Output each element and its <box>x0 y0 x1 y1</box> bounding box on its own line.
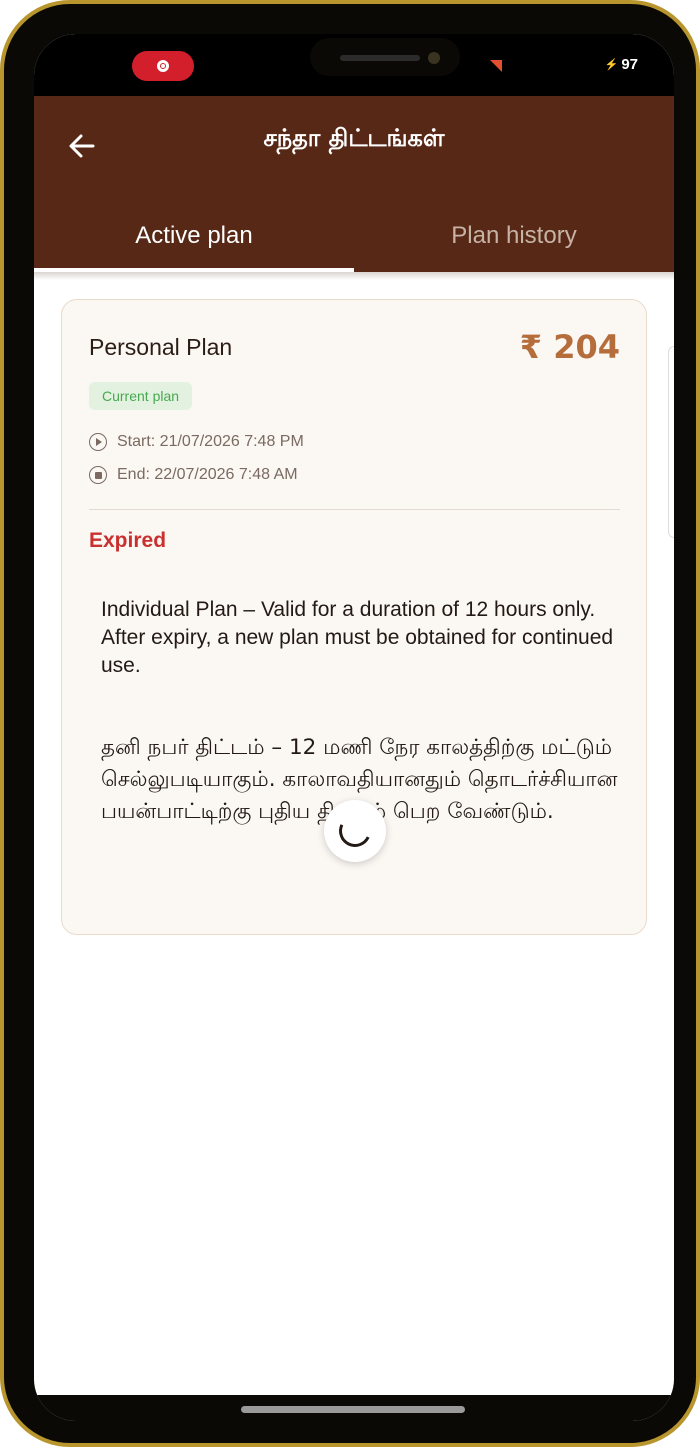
spinner-icon <box>334 810 376 852</box>
screen-record-indicator[interactable] <box>132 51 194 81</box>
scroll-edge-indicator <box>668 346 674 538</box>
speaker-grille <box>340 55 420 61</box>
app-header: சந்தா திட்டங்கள் Active plan Plan histor… <box>34 96 674 272</box>
stop-icon <box>89 466 107 484</box>
plan-name: Personal Plan <box>89 334 233 360</box>
front-camera <box>428 52 440 64</box>
header-shadow <box>34 272 674 280</box>
plan-status: Expired <box>89 529 167 552</box>
battery-indicator: ⚡ 97 <box>605 56 638 73</box>
plan-price: ₹ 204 <box>519 328 620 366</box>
record-icon <box>157 60 169 72</box>
current-plan-badge: Current plan <box>89 382 193 410</box>
notification-icon <box>490 60 502 72</box>
start-date: Start: 21/07/2026 7:48 PM <box>117 433 304 450</box>
app-screen: ⚡ 97 சந்தா திட்டங்கள் Active plan Plan h… <box>34 34 674 1421</box>
page-title: சந்தா திட்டங்கள் <box>263 124 445 152</box>
end-date-row: End: 22/07/2026 7:48 AM <box>89 466 298 484</box>
camera-notch <box>310 38 460 76</box>
loading-spinner <box>324 800 386 862</box>
divider <box>89 509 620 510</box>
tab-active-plan[interactable]: Active plan <box>34 206 354 272</box>
play-icon <box>89 433 107 451</box>
tab-plan-history[interactable]: Plan history <box>354 206 674 272</box>
plan-tabs: Active plan Plan history <box>34 206 674 272</box>
battery-level: 97 <box>621 56 638 73</box>
charging-icon: ⚡ <box>604 59 619 71</box>
start-date-row: Start: 21/07/2026 7:48 PM <box>89 433 304 451</box>
end-date: End: 22/07/2026 7:48 AM <box>117 466 298 483</box>
home-indicator[interactable] <box>241 1406 465 1413</box>
plan-description-english: Individual Plan – Valid for a duration o… <box>101 598 614 677</box>
phone-frame: ⚡ 97 சந்தா திட்டங்கள் Active plan Plan h… <box>0 0 700 1447</box>
